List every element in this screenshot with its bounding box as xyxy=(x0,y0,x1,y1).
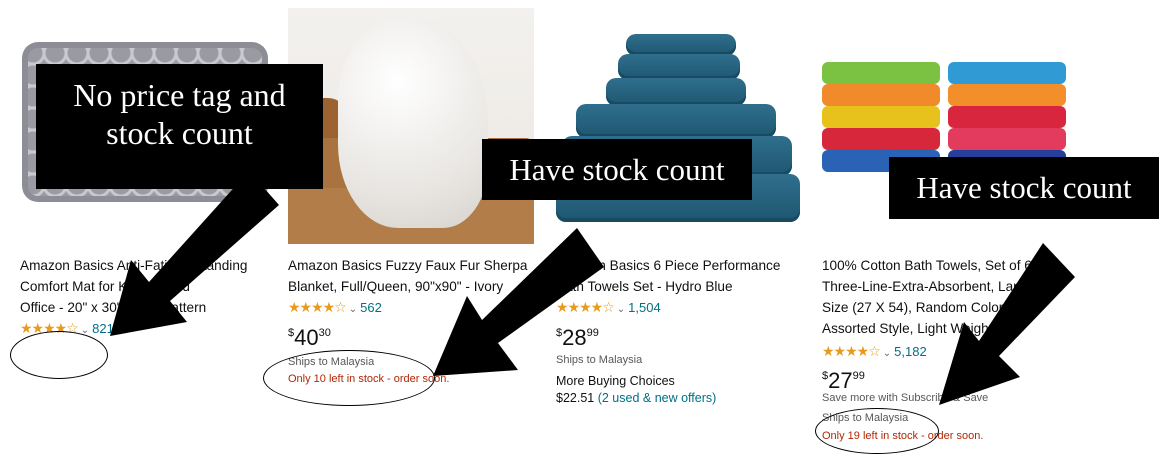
arrow-stock-1 xyxy=(433,228,604,376)
arrow-stock-2 xyxy=(939,243,1075,405)
arrow-no-price xyxy=(110,171,279,336)
highlight-ellipse xyxy=(815,408,939,454)
callout-no-price: No price tag and stock count xyxy=(36,64,323,189)
callout-stock-count-2: Have stock count xyxy=(889,157,1159,219)
highlight-ellipse xyxy=(263,350,435,406)
highlight-ellipse xyxy=(10,331,108,379)
callout-stock-count-1: Have stock count xyxy=(482,139,752,200)
